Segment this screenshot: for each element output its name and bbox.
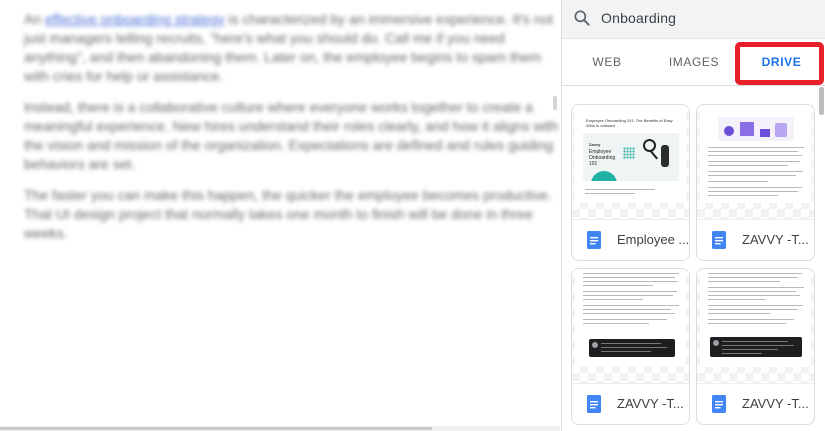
explore-panel: Onboarding WEB IMAGES DRIVE Employee Onb… xyxy=(561,0,825,431)
google-docs-icon xyxy=(587,395,601,413)
tab-web[interactable]: WEB xyxy=(562,39,652,85)
scrollbar-thumb[interactable] xyxy=(0,427,432,430)
document-horizontal-scrollbar[interactable] xyxy=(0,426,560,431)
thumbnail-page xyxy=(575,269,686,367)
thumbnail-person xyxy=(661,145,669,167)
thumbnail-teal-shape xyxy=(591,171,617,181)
google-docs-icon xyxy=(587,231,601,249)
document-paragraph-3: The faster you can make this happen, the… xyxy=(24,187,552,241)
thumbnail-heading: Employee Onboarding 101 xyxy=(589,149,616,167)
card-title[interactable]: ZAVVY -T... xyxy=(617,396,684,411)
drive-result-card[interactable]: ZAVVY -T... xyxy=(571,268,690,425)
document-edge-handle xyxy=(553,96,557,110)
tab-images[interactable]: IMAGES xyxy=(650,39,738,85)
card-footer: ZAVVY -T... xyxy=(572,383,689,424)
search-icon[interactable] xyxy=(572,8,592,28)
thumbnail-illustration xyxy=(718,117,794,141)
thumbnail-page xyxy=(700,269,811,367)
document-thumbnail: Employee Onboarding 101: The Benefits of… xyxy=(572,105,689,219)
thumbnail-logo: Zavvy xyxy=(589,142,601,147)
document-thumbnail xyxy=(572,269,689,383)
card-title[interactable]: ZAVVY -T... xyxy=(742,232,809,247)
thumbnail-dots xyxy=(623,147,635,159)
google-docs-icon xyxy=(712,395,726,413)
drive-result-card[interactable]: ZAVVY -T... xyxy=(696,104,815,261)
card-footer: ZAVVY -T... xyxy=(697,219,814,260)
document-link[interactable]: effective onboarding strategy xyxy=(45,11,225,27)
drive-tab-highlight-box xyxy=(735,42,824,85)
thumbnail-title: Employee Onboarding 101: The Benefits of… xyxy=(586,118,673,128)
document-text: An effective onboarding strategy is char… xyxy=(24,10,560,255)
results-scrollbar-thumb[interactable] xyxy=(819,87,824,115)
document-paragraph-1: An effective onboarding strategy is char… xyxy=(24,11,554,84)
thumbnail-banner: Zavvy Employee Onboarding 101 xyxy=(583,133,679,181)
search-bar[interactable]: Onboarding xyxy=(562,0,825,39)
thumbnail-comment-screenshot xyxy=(589,339,675,357)
drive-result-card[interactable]: ZAVVY -T... xyxy=(696,268,815,425)
thumbnail-magnifier xyxy=(643,139,656,152)
document-area: An effective onboarding strategy is char… xyxy=(0,0,560,431)
document-thumbnail xyxy=(697,105,814,219)
thumbnail-page xyxy=(700,105,811,203)
thumbnail-page: Employee Onboarding 101: The Benefits of… xyxy=(575,105,686,203)
card-footer: Employee ... xyxy=(572,219,689,260)
document-thumbnail xyxy=(697,269,814,383)
google-docs-icon xyxy=(712,231,726,249)
drive-results-grid: Employee Onboarding 101: The Benefits of… xyxy=(562,87,825,431)
thumbnail-comment-screenshot xyxy=(710,337,802,357)
card-footer: ZAVVY -T... xyxy=(697,383,814,424)
card-title[interactable]: Employee ... xyxy=(617,232,689,247)
card-title[interactable]: ZAVVY -T... xyxy=(742,396,809,411)
document-paragraph-2: Instead, there is a collaborative cultur… xyxy=(24,99,559,172)
drive-result-card[interactable]: Employee Onboarding 101: The Benefits of… xyxy=(571,104,690,261)
search-input[interactable]: Onboarding xyxy=(601,10,676,26)
